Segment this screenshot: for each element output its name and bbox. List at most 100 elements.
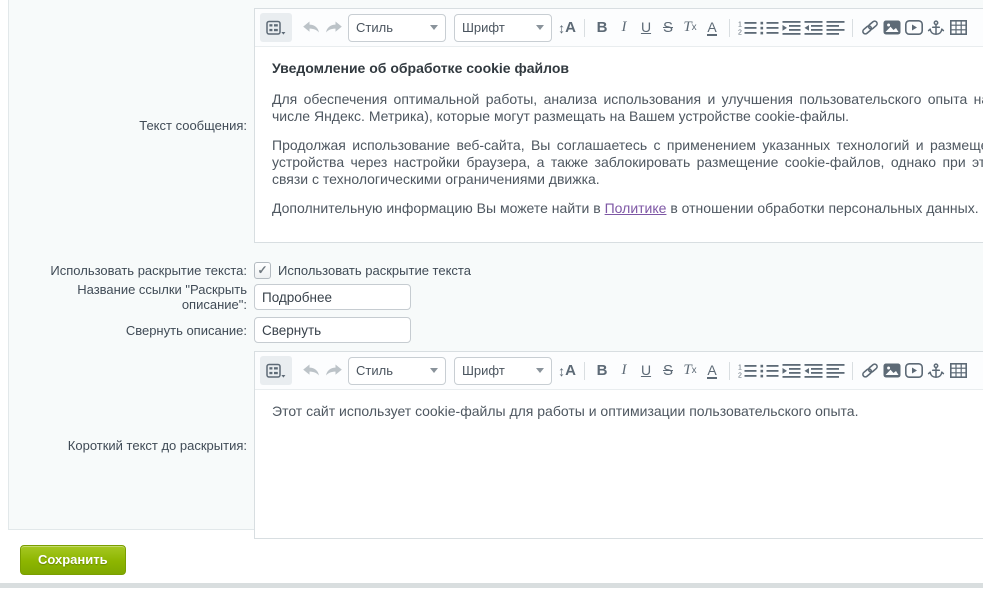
settings-form: Текст сообщения: <box>8 0 983 530</box>
underline-button[interactable]: U <box>635 357 657 385</box>
strikethrough-button[interactable]: S <box>657 14 679 42</box>
editor-paragraph-line: Этот сайт использует cookie-файлы для ра… <box>272 403 983 420</box>
policy-link[interactable]: Политике <box>605 200 667 216</box>
toolbar-separator <box>729 362 730 380</box>
indent-icon <box>782 363 801 378</box>
use-expand-label: Использовать раскрытие текста: <box>9 263 247 278</box>
toolbar-separator <box>729 19 730 37</box>
style-select[interactable]: Стиль <box>348 357 446 385</box>
editor-paragraph-line: связи с технологическими ограничениями д… <box>272 171 983 188</box>
anchor-icon <box>927 363 945 379</box>
outdent-button[interactable] <box>802 357 824 385</box>
text-color-button[interactable]: A <box>701 14 723 42</box>
bold-button[interactable]: B <box>591 357 613 385</box>
style-select[interactable]: Стиль <box>348 14 446 42</box>
redo-icon <box>324 364 343 377</box>
link-button[interactable] <box>859 14 881 42</box>
blocks-icon <box>266 20 286 36</box>
save-button[interactable]: Сохранить <box>20 545 126 575</box>
font-size-icon: ↕A <box>558 19 576 36</box>
row-collapse: Свернуть описание: <box>9 317 983 343</box>
short-text-editor-content[interactable]: Этот сайт использует cookie-файлы для ра… <box>255 390 983 538</box>
button-row: Сохранить <box>20 545 126 575</box>
redo-button[interactable] <box>322 357 344 385</box>
numbered-list-button[interactable]: 1 2 <box>736 357 758 385</box>
use-expand-checkbox-label: Использовать раскрытие текста <box>278 263 471 278</box>
message-editor: Стиль Шрифт ↕A B I U S <box>254 8 983 243</box>
toolbar-separator <box>852 362 853 380</box>
chevron-down-icon <box>430 25 438 30</box>
image-button[interactable] <box>881 14 903 42</box>
video-button[interactable] <box>903 357 925 385</box>
font-size-button[interactable]: ↕A <box>556 14 578 42</box>
toolbar-separator <box>852 19 853 37</box>
numbered-list-button[interactable]: 1 2 <box>736 14 758 42</box>
editor-toolbar: Стиль Шрифт ↕A B I U S <box>255 9 983 47</box>
redo-button[interactable] <box>322 14 344 42</box>
link-icon <box>860 19 880 36</box>
align-left-icon <box>826 363 845 378</box>
image-button[interactable] <box>881 357 903 385</box>
indent-button[interactable] <box>780 357 802 385</box>
row-use-expand: Использовать раскрытие текста: ✓ Использ… <box>9 260 983 280</box>
font-select-value: Шрифт <box>462 363 505 378</box>
check-icon: ✓ <box>257 263 267 277</box>
link-icon <box>860 362 880 379</box>
font-select[interactable]: Шрифт <box>454 357 552 385</box>
link-button[interactable] <box>859 357 881 385</box>
style-select-value: Стиль <box>356 20 393 35</box>
short-text-editor: Стиль Шрифт ↕A B I U S <box>254 351 983 539</box>
anchor-button[interactable] <box>925 357 947 385</box>
expand-link-label: Название ссылки "Раскрыть описание": <box>9 282 247 312</box>
table-button[interactable] <box>947 357 969 385</box>
clear-format-button[interactable]: Tx <box>679 357 701 385</box>
indent-icon <box>782 20 801 35</box>
clear-format-button[interactable]: Tx <box>679 14 701 42</box>
anchor-button[interactable] <box>925 14 947 42</box>
table-button[interactable] <box>947 14 969 42</box>
text-color-button[interactable]: A <box>701 357 723 385</box>
underline-button[interactable]: U <box>635 14 657 42</box>
use-expand-checkbox[interactable]: ✓ <box>254 262 271 279</box>
indent-button[interactable] <box>780 14 802 42</box>
style-select-value: Стиль <box>356 363 393 378</box>
numbered-list-icon: 1 2 <box>738 363 757 378</box>
editor-paragraph-line: Для обеспечения оптимальной работы, анал… <box>272 91 983 108</box>
outdent-icon <box>804 20 823 35</box>
editor-paragraph-line: Продолжая использование веб-сайта, Вы со… <box>272 137 983 154</box>
toolbar-separator <box>584 362 585 380</box>
blocks-dropdown-button[interactable] <box>260 356 292 385</box>
bullet-list-button[interactable] <box>758 14 780 42</box>
image-icon <box>883 363 901 378</box>
numbered-list-icon: 1 2 <box>738 20 757 35</box>
image-icon <box>883 20 901 35</box>
strikethrough-button[interactable]: S <box>657 357 679 385</box>
message-editor-content[interactable]: Уведомление об обработке cookie файлов Д… <box>255 47 983 242</box>
bold-button[interactable]: B <box>591 14 613 42</box>
text-color-icon: A <box>707 20 716 36</box>
font-select[interactable]: Шрифт <box>454 14 552 42</box>
chevron-down-icon <box>536 25 544 30</box>
undo-button[interactable] <box>300 14 322 42</box>
short-text-label: Короткий текст до раскрытия: <box>9 438 247 453</box>
video-icon <box>905 363 923 378</box>
bullet-list-icon <box>760 20 779 35</box>
font-size-button[interactable]: ↕A <box>556 357 578 385</box>
collapse-input[interactable] <box>254 317 411 343</box>
editor-heading: Уведомление об обработке cookie файлов <box>272 60 983 77</box>
outdent-button[interactable] <box>802 14 824 42</box>
blocks-dropdown-button[interactable] <box>260 13 292 42</box>
row-message-text: Текст сообщения: <box>9 8 983 243</box>
chevron-down-icon <box>536 368 544 373</box>
undo-button[interactable] <box>300 357 322 385</box>
font-size-icon: ↕A <box>558 362 576 379</box>
align-button[interactable] <box>824 14 846 42</box>
row-short-text: Короткий текст до раскрытия: <box>9 351 983 539</box>
italic-button[interactable]: I <box>613 357 635 385</box>
expand-link-input[interactable] <box>254 284 411 310</box>
video-button[interactable] <box>903 14 925 42</box>
bullet-list-button[interactable] <box>758 357 780 385</box>
align-button[interactable] <box>824 357 846 385</box>
video-icon <box>905 20 923 35</box>
italic-button[interactable]: I <box>613 14 635 42</box>
